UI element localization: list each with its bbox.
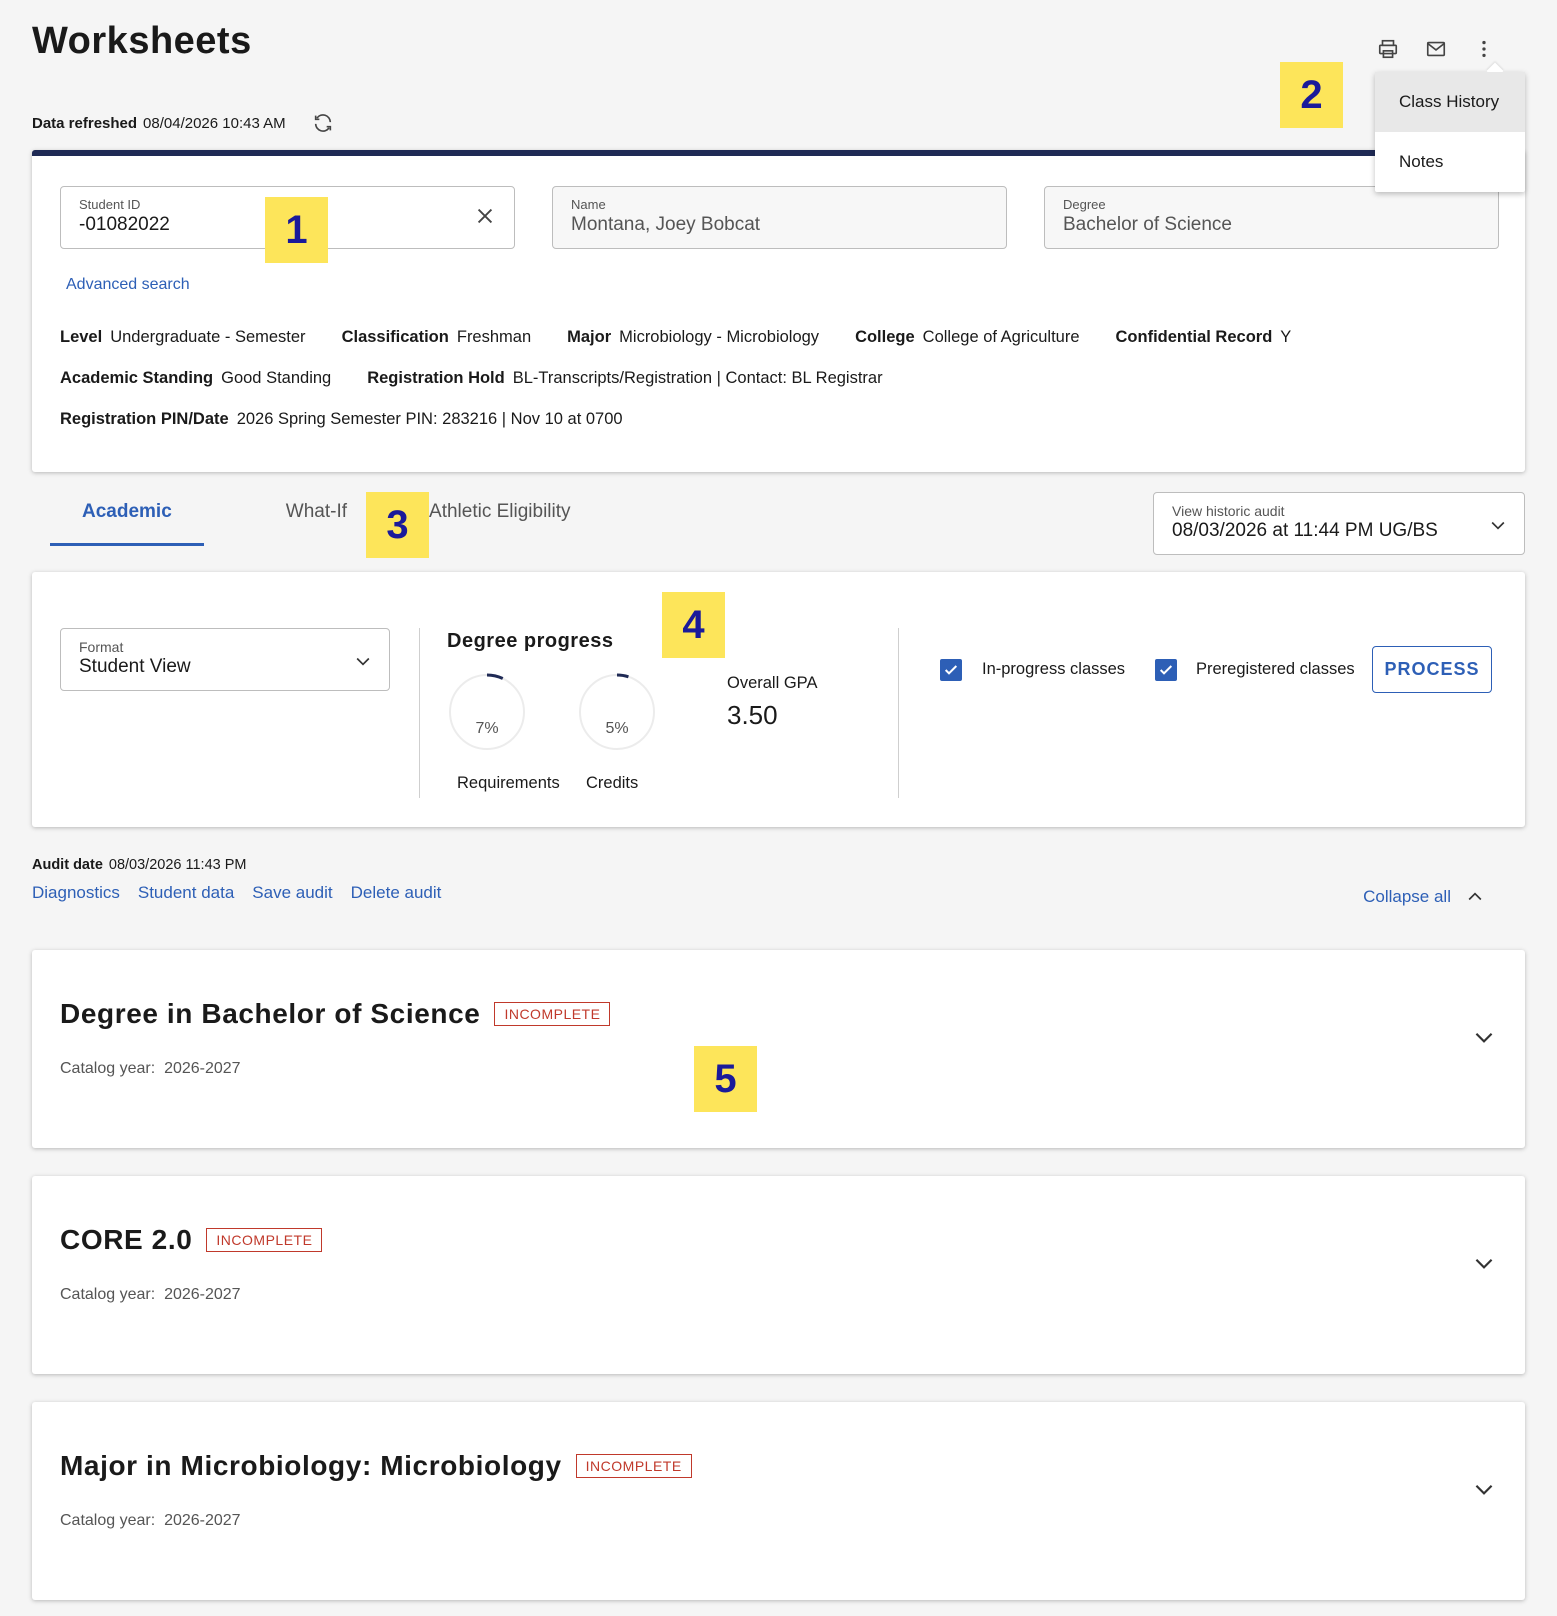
more-menu: Class History Notes bbox=[1375, 72, 1525, 192]
info-confidential: Confidential Record Y bbox=[1115, 328, 1292, 346]
tab-academic[interactable]: Academic bbox=[50, 488, 204, 546]
info-academic-standing: Academic Standing Good Standing bbox=[60, 369, 332, 387]
advanced-search-link[interactable]: Advanced search bbox=[66, 276, 190, 294]
info-level: Level Undergraduate - Semester bbox=[60, 328, 306, 346]
divider bbox=[419, 628, 420, 798]
page-title: Worksheets bbox=[32, 20, 252, 62]
block-title: Major in Microbiology: Microbiology INCO… bbox=[60, 1450, 692, 1482]
inprogress-label: In-progress classes bbox=[982, 660, 1126, 678]
status-badge: INCOMPLETE bbox=[206, 1228, 323, 1252]
collapse-all-label: Collapse all bbox=[1363, 887, 1451, 906]
requirements-ring-arc bbox=[486, 673, 504, 680]
chevron-up-icon bbox=[1468, 892, 1482, 901]
save-audit-link[interactable]: Save audit bbox=[252, 883, 332, 903]
requirements-ring bbox=[449, 673, 525, 750]
format-label: Format bbox=[79, 639, 124, 655]
student-info-row-1: Level Undergraduate - Semester Classifica… bbox=[60, 328, 1291, 347]
audit-date: Audit date 08/03/2026 11:43 PM bbox=[32, 857, 246, 873]
callout-badge-5: 5 bbox=[694, 1046, 757, 1112]
print-icon[interactable] bbox=[1375, 36, 1401, 62]
menu-item-class-history[interactable]: Class History bbox=[1375, 72, 1525, 132]
block-card[interactable]: Degree in Bachelor of Science INCOMPLETE… bbox=[32, 950, 1525, 1148]
degree-label: Degree bbox=[1063, 197, 1106, 212]
progress-card: Format Student View Degree progress 7% R… bbox=[32, 572, 1525, 827]
divider bbox=[898, 628, 899, 798]
student-info-row-3: Registration PIN/Date 2026 Spring Semeste… bbox=[60, 410, 623, 429]
historic-audit-label: View historic audit bbox=[1172, 503, 1285, 519]
student-data-link[interactable]: Student data bbox=[138, 883, 234, 903]
audit-tabs: Academic What-If Athletic Eligibility bbox=[50, 488, 571, 548]
block-title: Degree in Bachelor of Science INCOMPLETE bbox=[60, 998, 611, 1030]
historic-audit-select[interactable]: View historic audit 08/03/2026 at 11:44 … bbox=[1153, 492, 1525, 555]
block-card[interactable]: Major in Microbiology: Microbiology INCO… bbox=[32, 1402, 1525, 1600]
tab-athletic-eligibility[interactable]: Athletic Eligibility bbox=[429, 488, 571, 546]
degree-progress-title: Degree progress bbox=[447, 630, 614, 652]
chevron-down-icon[interactable] bbox=[1471, 1476, 1497, 1507]
clear-icon[interactable] bbox=[474, 205, 496, 232]
callout-badge-4: 4 bbox=[662, 592, 725, 658]
status-badge: INCOMPLETE bbox=[494, 1002, 611, 1026]
catalog-year: Catalog year: 2026-2027 bbox=[60, 1286, 241, 1303]
info-major: Major Microbiology - Microbiology bbox=[567, 328, 820, 346]
block-title-text: Major in Microbiology: Microbiology bbox=[60, 1450, 562, 1481]
block-title-text: CORE 2.0 bbox=[60, 1224, 193, 1255]
audit-links: Diagnostics Student data Save audit Dele… bbox=[32, 883, 441, 903]
credits-label: Credits bbox=[586, 774, 639, 792]
menu-item-notes[interactable]: Notes bbox=[1375, 132, 1525, 192]
credits-ring-arc bbox=[616, 673, 629, 679]
student-info-row-2: Academic Standing Good Standing Registrat… bbox=[60, 369, 883, 388]
chevron-down-icon bbox=[353, 651, 373, 676]
chevron-down-icon[interactable] bbox=[1471, 1250, 1497, 1281]
callout-badge-1: 1 bbox=[265, 197, 328, 263]
degree-field: Degree Bachelor of Science bbox=[1044, 186, 1499, 249]
gpa-value: 3.50 bbox=[727, 700, 778, 730]
status-badge: INCOMPLETE bbox=[575, 1454, 692, 1478]
block-title: CORE 2.0 INCOMPLETE bbox=[60, 1224, 323, 1256]
data-refreshed-value: 08/04/2026 10:43 AM bbox=[143, 114, 286, 132]
diagnostics-link[interactable]: Diagnostics bbox=[32, 883, 120, 903]
inprogress-checkbox[interactable] bbox=[940, 659, 962, 681]
data-refreshed-label: Data refreshed bbox=[32, 114, 138, 132]
catalog-year: Catalog year: 2026-2027 bbox=[60, 1060, 241, 1077]
student-card: Student ID -01082022 Name Montana, Joey … bbox=[32, 150, 1525, 472]
info-registration-pin: Registration PIN/Date 2026 Spring Semeste… bbox=[60, 410, 623, 428]
block-card[interactable]: CORE 2.0 INCOMPLETE Catalog year: 2026-2… bbox=[32, 1176, 1525, 1374]
requirements-label: Requirements bbox=[457, 774, 560, 792]
degree-value: Bachelor of Science bbox=[1063, 214, 1232, 235]
chevron-down-icon[interactable] bbox=[1471, 1024, 1497, 1055]
data-refreshed: Data refreshed 08/04/2026 10:43 AM bbox=[32, 112, 334, 134]
preregistered-checkbox[interactable] bbox=[1155, 659, 1177, 681]
block-title-text: Degree in Bachelor of Science bbox=[60, 998, 481, 1029]
chevron-down-icon bbox=[1488, 515, 1508, 540]
audit-date-label: Audit date bbox=[32, 857, 103, 873]
historic-audit-value: 08/03/2026 at 11:44 PM UG/BS bbox=[1172, 520, 1438, 541]
collapse-all-button[interactable]: Collapse all bbox=[1363, 887, 1485, 907]
info-classification: Classification Freshman bbox=[341, 328, 532, 346]
preregistered-label: Preregistered classes bbox=[1196, 660, 1355, 678]
callout-badge-2: 2 bbox=[1280, 62, 1343, 128]
name-value: Montana, Joey Bobcat bbox=[571, 214, 761, 235]
name-label: Name bbox=[571, 197, 606, 212]
refresh-icon[interactable] bbox=[312, 112, 334, 134]
info-registration-hold: Registration Hold BL-Transcripts/Registra… bbox=[367, 369, 883, 387]
name-field: Name Montana, Joey Bobcat bbox=[552, 186, 1007, 249]
gpa-label: Overall GPA bbox=[727, 674, 818, 692]
format-value: Student View bbox=[79, 656, 191, 677]
format-select[interactable]: Format Student View bbox=[60, 628, 390, 691]
credits-ring bbox=[579, 673, 655, 750]
info-college: College College of Agriculture bbox=[855, 328, 1080, 346]
catalog-year: Catalog year: 2026-2027 bbox=[60, 1512, 241, 1529]
process-button[interactable]: PROCESS bbox=[1372, 646, 1492, 693]
delete-audit-link[interactable]: Delete audit bbox=[351, 883, 442, 903]
tab-what-if[interactable]: What-If bbox=[254, 488, 379, 546]
more-vertical-icon[interactable] bbox=[1471, 36, 1497, 62]
toolbar bbox=[1375, 36, 1497, 62]
mail-icon[interactable] bbox=[1423, 36, 1449, 62]
callout-badge-3: 3 bbox=[366, 492, 429, 558]
audit-date-value: 08/03/2026 11:43 PM bbox=[108, 857, 247, 873]
